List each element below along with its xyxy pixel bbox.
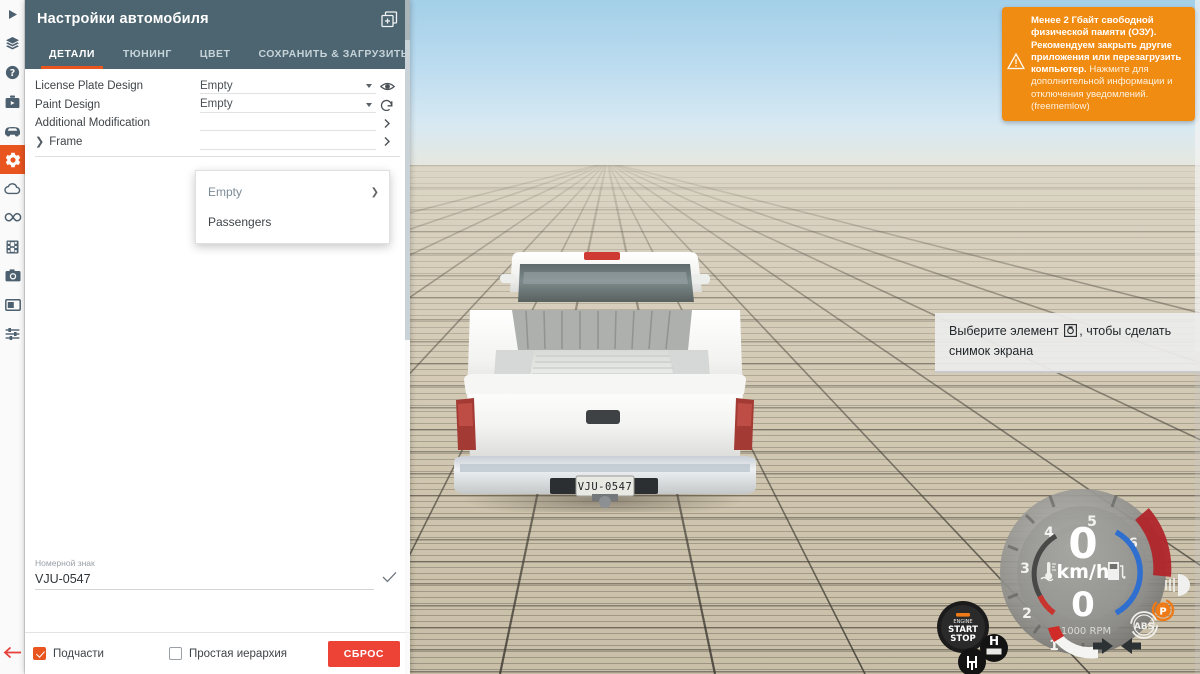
row-paint-design[interactable]: Paint Design Empty bbox=[25, 96, 410, 115]
checkbox-box[interactable] bbox=[33, 647, 46, 660]
headlight-indicator bbox=[1165, 574, 1190, 596]
layers-icon[interactable] bbox=[0, 29, 25, 58]
chevron-right-icon: ❯ bbox=[35, 136, 45, 149]
paint-design-select[interactable]: Empty bbox=[200, 97, 376, 113]
panel-header: Настройки автомобиля bbox=[25, 0, 410, 38]
film-icon[interactable] bbox=[0, 232, 25, 261]
viewport-scrollbar-thumb[interactable] bbox=[1195, 0, 1200, 352]
plate-field-row: VJU-0547 bbox=[35, 570, 398, 590]
menu-item-passengers[interactable]: Passengers bbox=[196, 207, 389, 237]
screenshot-icon bbox=[1064, 324, 1078, 342]
license-plate-field-group: Номерной знак VJU-0547 bbox=[25, 558, 410, 590]
menu-item-empty[interactable]: Empty ❯ bbox=[196, 177, 389, 207]
camera-icon[interactable] bbox=[0, 261, 25, 290]
eye-icon[interactable] bbox=[376, 81, 398, 92]
tab-details[interactable]: ДЕТАЛИ bbox=[35, 38, 109, 69]
row-label: Paint Design bbox=[35, 98, 101, 111]
frame-group-toggle[interactable]: ❯ Frame bbox=[35, 135, 200, 149]
panel-scrollbar-thumb[interactable] bbox=[405, 40, 410, 340]
row-label: Additional Modification bbox=[35, 117, 151, 130]
checkbox-label: Подчасти bbox=[53, 647, 104, 660]
chevron-right-icon[interactable] bbox=[376, 118, 398, 129]
row-value-text: Empty bbox=[200, 98, 233, 111]
license-plate-input[interactable]: VJU-0547 bbox=[35, 572, 374, 590]
refresh-icon[interactable] bbox=[376, 98, 398, 112]
stop-label: STOP bbox=[950, 634, 975, 644]
tab-save-load[interactable]: СОХРАНИТЬ & ЗАГРУЗИТЬ bbox=[244, 38, 422, 69]
gear-icon[interactable] bbox=[0, 145, 25, 174]
hud-dashboard: 1 2 3 4 5 6 0 km/h 0 x1000 RPM P ABS ENG… bbox=[930, 470, 1200, 674]
menu-item-label: Empty bbox=[208, 185, 243, 199]
briefcase-play-icon[interactable] bbox=[0, 87, 25, 116]
rpm-tick-2: 2 bbox=[1022, 606, 1032, 622]
license-plate-design-select[interactable]: Empty bbox=[200, 78, 376, 95]
car-icon[interactable] bbox=[0, 116, 25, 145]
svg-text:?: ? bbox=[10, 68, 16, 79]
checkbox-simple-hierarchy[interactable]: Простая иерархия bbox=[168, 647, 287, 660]
row-additional-modification[interactable]: Additional Modification bbox=[25, 114, 410, 133]
license-plate-design-dropdown[interactable]: Empty ❯ Passengers bbox=[195, 170, 390, 244]
check-icon[interactable] bbox=[382, 570, 398, 590]
rpm-tick-3: 3 bbox=[1020, 561, 1030, 577]
vehicle-pickup-truck[interactable]: VJU-0547 bbox=[440, 250, 770, 518]
row-value-text: Empty bbox=[200, 79, 233, 92]
row-frame-group[interactable]: ❯ Frame bbox=[25, 133, 410, 152]
vehicle-config-panel: Настройки автомобиля ДЕТАЛИ ТЮНИНГ ЦВЕТ … bbox=[25, 0, 410, 674]
app-root: VJU-0547 1 2 3 4 5 6 0 km/h 0 x1000 RPM … bbox=[0, 0, 1200, 674]
abs-label: ABS bbox=[1134, 622, 1154, 632]
chevron-right-icon[interactable] bbox=[376, 136, 398, 147]
checkbox-label: Простая иерархия bbox=[188, 647, 287, 660]
frame-value[interactable] bbox=[200, 134, 376, 150]
window-icon[interactable] bbox=[0, 290, 25, 319]
page-title: Настройки автомобиля bbox=[37, 11, 209, 27]
back-arrow-icon[interactable] bbox=[0, 638, 25, 666]
menu-item-label: Passengers bbox=[208, 215, 272, 229]
tab-tuning[interactable]: ТЮНИНГ bbox=[109, 38, 186, 69]
low-memory-warning-toast[interactable]: Менее 2 Гбайт свободной физической памят… bbox=[1002, 7, 1195, 122]
cloud-icon[interactable] bbox=[0, 174, 25, 203]
hud-gear-value: 0 bbox=[1071, 585, 1095, 625]
chevron-down-icon bbox=[366, 102, 372, 107]
row-label: License Plate Design bbox=[35, 80, 144, 93]
row-license-plate-design[interactable]: License Plate Design Empty bbox=[25, 77, 410, 96]
warning-triangle-icon bbox=[1006, 52, 1026, 75]
panel-body: License Plate Design Empty Paint Design bbox=[25, 69, 410, 632]
hint-text-before: Выберите элемент bbox=[949, 324, 1059, 338]
rows-divider bbox=[35, 156, 400, 157]
chevron-down-icon bbox=[366, 84, 372, 89]
help-icon[interactable]: ? bbox=[0, 58, 25, 87]
panel-tabs[interactable]: ДЕТАЛИ ТЮНИНГ ЦВЕТ СОХРАНИТЬ & ЗАГРУЗИТЬ bbox=[25, 38, 410, 69]
additional-modification-select[interactable] bbox=[200, 115, 376, 132]
screenshot-hint-toast: Выберите элемент , чтобы сделать снимок … bbox=[935, 313, 1200, 374]
panel-footer: Подчасти Простая иерархия СБРОС bbox=[25, 632, 410, 674]
chevron-right-icon: ❯ bbox=[370, 186, 379, 198]
sliders-icon[interactable] bbox=[0, 319, 25, 348]
tab-color[interactable]: ЦВЕТ bbox=[186, 38, 245, 69]
config-rows: License Plate Design Empty Paint Design bbox=[25, 69, 410, 157]
reset-button[interactable]: СБРОС bbox=[327, 640, 400, 667]
plate-field-caption: Номерной знак bbox=[35, 558, 95, 568]
warning-text-block: Менее 2 Гбайт свободной физической памят… bbox=[1031, 15, 1187, 113]
new-window-icon[interactable] bbox=[378, 8, 400, 30]
hud-speed-unit: km/h bbox=[1057, 561, 1110, 583]
panel-scrollbar[interactable] bbox=[405, 0, 410, 674]
play-icon[interactable] bbox=[0, 0, 25, 29]
checkbox-subparts[interactable]: Подчасти bbox=[33, 647, 104, 660]
vehicle-plate-text: VJU-0547 bbox=[578, 481, 633, 493]
parking-brake-label: P bbox=[1159, 607, 1166, 618]
checkbox-box[interactable] bbox=[168, 647, 182, 660]
left-icon-rail[interactable]: ? bbox=[0, 0, 25, 674]
infinity-icon[interactable] bbox=[0, 203, 25, 232]
row-label: Frame bbox=[49, 135, 83, 148]
hazard-label: H bbox=[989, 634, 999, 648]
parking-brake-indicator: P bbox=[1151, 598, 1175, 622]
